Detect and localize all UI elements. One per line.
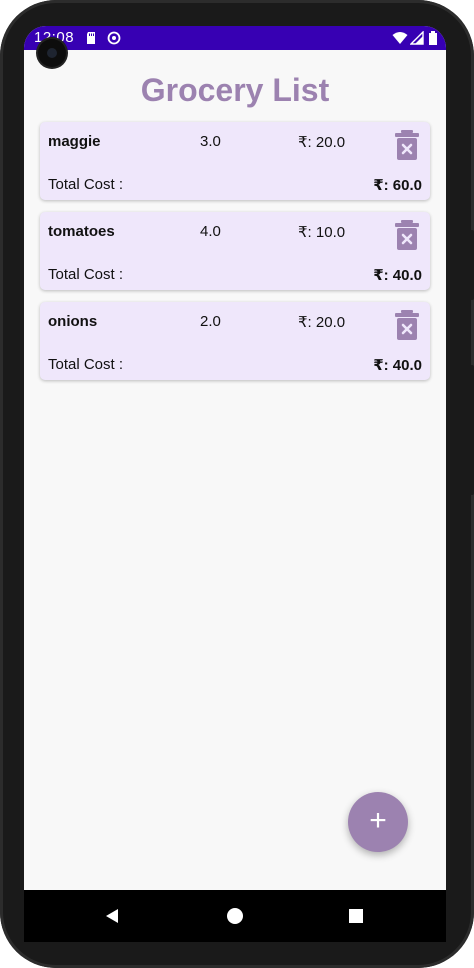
wifi-icon — [392, 32, 408, 44]
total-cost-label: Total Cost : — [48, 176, 124, 193]
signal-icon — [410, 31, 424, 45]
item-quantity: 2.0 — [200, 313, 221, 330]
item-quantity: 3.0 — [200, 133, 221, 150]
power-button — [470, 365, 474, 495]
item-price: ₹: 20.0 — [298, 134, 346, 151]
total-cost-value: ₹: 40.0 — [373, 267, 422, 284]
back-icon[interactable] — [102, 906, 122, 926]
delete-icon[interactable] — [394, 310, 420, 340]
total-cost-value: ₹: 40.0 — [373, 357, 422, 374]
total-cost-value: ₹: 60.0 — [373, 177, 422, 194]
home-icon[interactable] — [225, 906, 245, 926]
status-bar: 12:08 — [24, 26, 446, 50]
item-name: onions — [48, 313, 98, 330]
grocery-item-card: maggie 3.0 ₹: 20.0 Total Cost : ₹: 60.0 — [40, 122, 430, 200]
grocery-item-card: onions 2.0 ₹: 20.0 Total Cost : ₹: 40.0 — [40, 302, 430, 380]
page-title: Grocery List — [140, 72, 330, 108]
front-camera — [38, 39, 66, 67]
sync-icon — [107, 31, 121, 45]
add-icon: + — [369, 804, 387, 837]
item-name: tomatoes — [48, 223, 115, 240]
add-item-button[interactable]: + — [348, 792, 408, 852]
item-price: ₹: 10.0 — [298, 224, 346, 241]
recents-icon[interactable] — [346, 906, 366, 926]
navigation-bar — [24, 890, 446, 942]
grocery-item-card: tomatoes 4.0 ₹: 10.0 Total Cost : ₹: 40.… — [40, 212, 430, 290]
battery-icon — [429, 31, 437, 45]
delete-icon[interactable] — [394, 220, 420, 250]
delete-icon[interactable] — [394, 130, 420, 160]
volume-button — [470, 230, 474, 300]
item-price: ₹: 20.0 — [298, 314, 346, 331]
total-cost-label: Total Cost : — [48, 356, 124, 373]
sd-card-icon — [87, 32, 95, 44]
item-name: maggie — [48, 133, 101, 150]
app-screen: 12:08 Grocery List maggie 3.0 ₹: 20.0 To… — [24, 26, 446, 890]
total-cost-label: Total Cost : — [48, 266, 124, 283]
item-quantity: 4.0 — [200, 223, 221, 240]
